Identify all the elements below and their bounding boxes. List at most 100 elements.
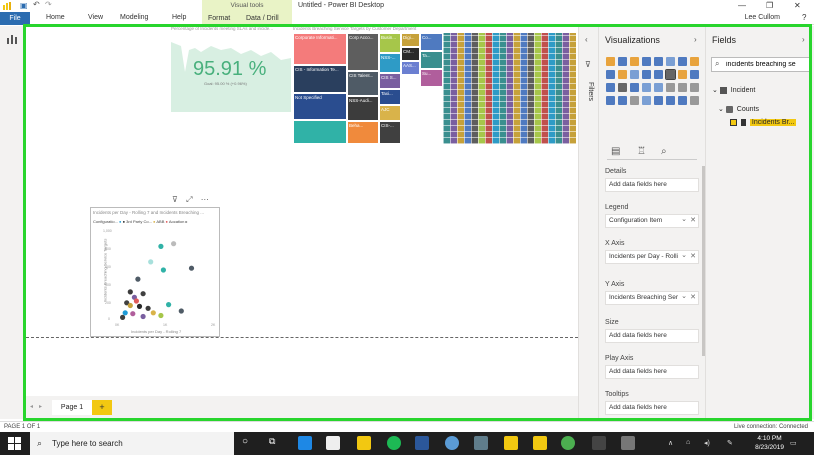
well-drop-zone[interactable]: Add data fields here	[605, 365, 699, 379]
add-page-button[interactable]: +	[92, 400, 112, 415]
filters-pane-collapsed[interactable]: ‹ ⊽ Filters	[578, 26, 598, 419]
visual-type-icon[interactable]	[677, 70, 687, 79]
app-icon[interactable]	[474, 436, 488, 450]
visual-type-icon[interactable]	[617, 57, 627, 66]
scatter-point[interactable]	[148, 259, 154, 265]
powerbi-doc-icon[interactable]	[533, 436, 547, 450]
analytics-magnifier-icon[interactable]: ⌕	[661, 146, 667, 157]
treemap-cell[interactable]: CIS - Information Te...	[293, 65, 347, 93]
well-field[interactable]: Incidents per Day - Rolli ⌄ ✕	[605, 250, 699, 264]
treemap-cell[interactable]: Corporate Informati...	[293, 33, 347, 65]
visual-type-icon[interactable]	[653, 96, 663, 105]
treemap-cell[interactable]: AAS...	[401, 61, 420, 75]
treemap-cell[interactable]: NSS-...	[379, 53, 401, 73]
scatter-visual[interactable]: Incidents per Day - Rolling 7 and Incide…	[90, 207, 220, 337]
visual-type-icon[interactable]	[605, 57, 615, 66]
scatter-point[interactable]	[133, 298, 139, 304]
visual-type-icon[interactable]	[689, 96, 699, 105]
field-search-input[interactable]	[711, 57, 810, 72]
next-page-icon[interactable]: ▸	[39, 403, 42, 410]
scatter-point[interactable]	[127, 289, 133, 295]
visual-type-icon[interactable]	[617, 70, 627, 79]
scatter-point[interactable]	[135, 276, 141, 282]
remove-field-icon[interactable]: ✕	[690, 292, 696, 304]
visual-type-icon[interactable]	[653, 83, 663, 92]
table-incident[interactable]: ⌄ Incident	[712, 86, 755, 94]
treemap-visual[interactable]: Corporate Informati... CIS - Information …	[293, 33, 576, 144]
treemap-cell[interactable]: Digi...	[401, 33, 420, 47]
legend-item[interactable]: Aocation	[169, 219, 185, 224]
word-icon[interactable]	[415, 436, 429, 450]
folder-counts[interactable]: ⌄ Counts	[718, 105, 759, 113]
well-field[interactable]: Incidents Breaching Ser ⌄ ✕	[605, 291, 699, 305]
scatter-point[interactable]	[140, 313, 146, 320]
user-name[interactable]: Lee Cullom	[745, 14, 780, 21]
scatter-point[interactable]	[158, 312, 164, 319]
prev-page-icon[interactable]: ◂	[30, 403, 33, 410]
scatter-point[interactable]	[171, 241, 177, 247]
treemap-cell[interactable]: Busin...	[379, 33, 401, 53]
treemap-cell[interactable]: Ta...	[420, 51, 443, 69]
globe-icon[interactable]	[445, 436, 459, 450]
notifications-icon[interactable]: ▭	[790, 439, 797, 447]
visual-type-icon[interactable]	[665, 96, 675, 105]
tab-modeling[interactable]: Modeling	[120, 14, 148, 21]
mail-icon[interactable]	[326, 436, 340, 450]
treemap-cell[interactable]: CIS Talent...	[347, 71, 379, 96]
scatter-point[interactable]	[140, 291, 146, 297]
redo-icon[interactable]: ↷	[45, 0, 53, 9]
app-icon[interactable]	[621, 436, 635, 450]
kpi-visual[interactable]: Percentage of Incidents meeting SLAs and…	[171, 26, 291, 114]
visual-type-icon[interactable]	[629, 70, 639, 79]
visual-type-icon[interactable]	[641, 96, 651, 105]
visual-type-icon[interactable]	[629, 57, 639, 66]
chevron-up-icon[interactable]: ∧	[668, 439, 673, 447]
visual-type-icon[interactable]	[665, 83, 675, 92]
report-canvas[interactable]: Percentage of Incidents meeting SLAs and…	[26, 26, 578, 396]
fields-well-icon[interactable]: ▤	[611, 146, 620, 157]
legend-item[interactable]: ABB	[156, 219, 164, 224]
scatter-point[interactable]	[136, 303, 143, 309]
chevron-down-icon[interactable]: ⌄	[681, 251, 687, 262]
visual-type-icon[interactable]	[677, 57, 687, 66]
tab-help[interactable]: Help	[172, 14, 186, 21]
tab-home[interactable]: Home	[46, 14, 65, 21]
scatter-point[interactable]	[150, 310, 156, 316]
treemap-cell[interactable]: Su...	[420, 69, 443, 87]
well-drop-zone[interactable]: Add data fields here	[605, 401, 699, 415]
visual-type-icon[interactable]	[664, 69, 676, 80]
treemap-cell[interactable]: Beha...	[347, 121, 379, 144]
visual-type-icon[interactable]	[641, 70, 651, 79]
treemap-cell[interactable]: CIS-...	[379, 121, 401, 144]
tab-file[interactable]: File	[0, 12, 30, 25]
scatter-point[interactable]	[127, 302, 133, 309]
chevron-down-icon[interactable]: ⌄	[712, 87, 718, 94]
spotify-icon[interactable]	[387, 436, 401, 450]
treemap-cell[interactable]: Not Specified	[293, 93, 347, 120]
visual-type-icon[interactable]	[605, 83, 615, 92]
help-icon[interactable]: ?	[802, 13, 806, 22]
more-options-icon[interactable]: ⋯	[201, 195, 209, 204]
snip-icon[interactable]	[592, 436, 606, 450]
visual-type-icon[interactable]	[653, 70, 663, 79]
chevron-down-icon[interactable]: ⌄	[718, 106, 724, 113]
minimize-icon[interactable]: —	[738, 1, 746, 10]
windows-start-icon[interactable]	[8, 437, 21, 450]
chevron-right-icon[interactable]: ›	[694, 35, 697, 44]
checkbox-checked-icon[interactable]	[730, 119, 737, 126]
legend-item[interactable]: 3rd Party Co...	[126, 219, 152, 224]
volume-icon[interactable]: ◂)	[704, 439, 710, 447]
visual-type-icon[interactable]	[605, 96, 615, 105]
scatter-point[interactable]	[130, 311, 136, 317]
legend-next-icon[interactable]: ▸	[186, 219, 188, 224]
filter-icon[interactable]: ⊽	[172, 195, 178, 204]
visual-type-icon[interactable]	[629, 96, 639, 105]
taskbar-clock[interactable]: 4:10 PM 8/23/2019	[755, 434, 784, 452]
treemap-cell[interactable]: Co...	[420, 33, 443, 51]
chevron-down-icon[interactable]: ⌄	[681, 215, 687, 226]
visual-type-icon[interactable]	[617, 96, 627, 105]
well-drop-zone[interactable]: Add data fields here	[605, 329, 699, 343]
treemap-cell[interactable]: Taxi...	[379, 89, 401, 105]
undo-icon[interactable]: ↶	[33, 0, 41, 9]
chevron-right-icon[interactable]: ›	[802, 35, 805, 44]
